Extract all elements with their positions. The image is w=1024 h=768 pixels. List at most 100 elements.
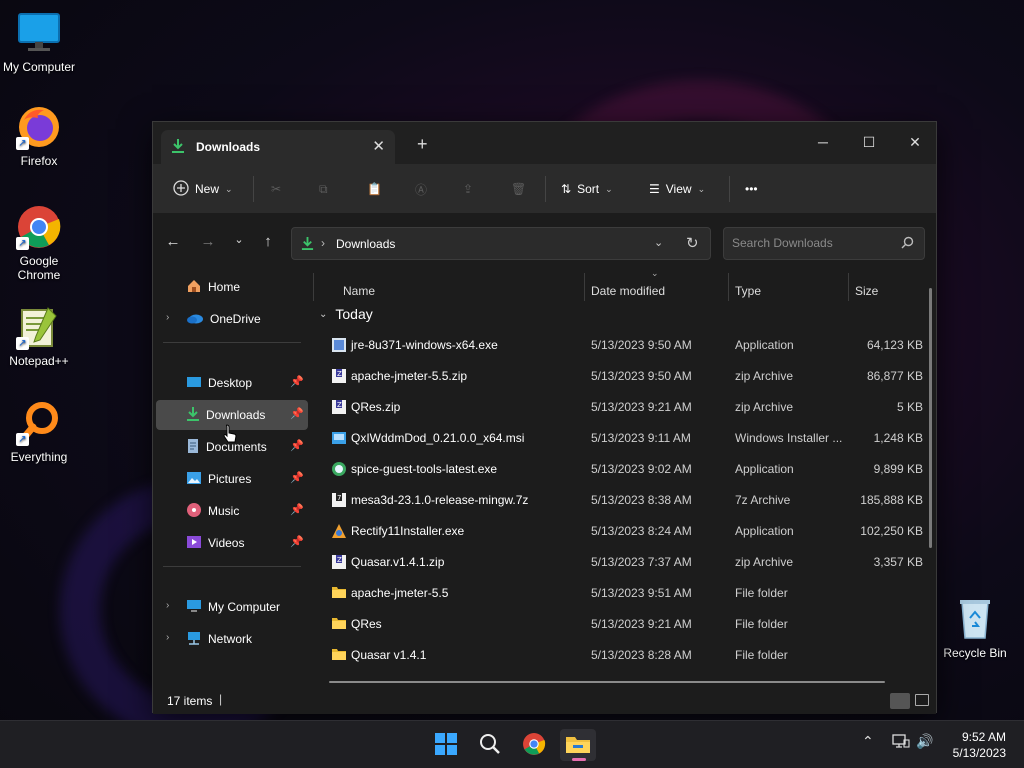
file-size: 9,899 KB [873,462,923,476]
chevron-right-icon[interactable]: › [166,312,169,323]
file-size: 102,250 KB [860,524,923,538]
column-header-size[interactable]: Size [855,278,878,304]
file-date: 5/13/2023 8:38 AM [591,493,692,507]
desktop-icon-label: My Computer [2,60,76,74]
column-header-date[interactable]: Date modified [591,278,665,304]
sort-button[interactable]: ⇅ Sort ⌄ [561,176,613,202]
refresh-icon[interactable]: ↻ [686,234,699,252]
up-button[interactable]: ↑ [256,233,280,253]
file-type: Application [735,462,794,476]
file-row[interactable]: Rectify11Installer.exe 5/13/2023 8:24 AM A… [323,516,923,547]
pin-icon[interactable]: 📌 [290,471,304,484]
file-row[interactable]: QxIWddmDod_0.21.0.0_x64.msi 5/13/2023 9:1… [323,423,923,454]
file-row[interactable]: QRes 5/13/2023 9:21 AM File folder [323,609,923,640]
new-tab-icon[interactable]: + [417,134,428,155]
file-explorer-window: Downloads ✕ + ─ ☐ ✕ New ⌄ ✂ ⧉ 📋 Ⓐ ⇪ 🗑 ⇅ … [152,121,937,714]
document-icon [186,438,200,457]
clock[interactable]: 9:52 AM 5/13/2023 [953,729,1006,761]
search-button[interactable] [472,729,508,761]
chevron-down-icon: ⌄ [319,308,328,320]
folder-icon [331,585,347,601]
network-status-icon[interactable] [892,733,910,752]
sidebar-item-music[interactable]: Music 📌 [156,496,308,526]
taskbar-file-explorer-button[interactable] [560,729,596,761]
back-button[interactable]: ← [161,233,185,253]
search-box[interactable] [723,227,925,260]
chevron-right-icon[interactable]: › [166,632,169,643]
sidebar-item-my-computer[interactable]: › My Computer [156,592,308,622]
view-button[interactable]: ☰ View ⌄ [649,176,705,202]
start-button[interactable] [428,729,464,761]
column-header-type[interactable]: Type [735,278,761,304]
svg-text:Z: Z [337,370,342,378]
file-row[interactable]: Zapache-jmeter-5.5.zip 5/13/2023 9:50 AM z… [323,361,923,392]
paste-button[interactable]: 📋 [367,176,382,202]
sidebar-item-network[interactable]: › Network [156,624,308,654]
maximize-button[interactable]: ☐ [846,128,892,156]
pin-icon[interactable]: 📌 [290,503,304,516]
delete-button[interactable]: 🗑 [511,176,526,202]
recent-locations-button[interactable]: ⌄ [227,233,251,253]
file-date: 5/13/2023 9:50 AM [591,369,692,383]
desktop-icon-google-chrome[interactable]: ↗ Google Chrome [0,204,78,282]
clipboard-icon: 📋 [367,182,382,196]
file-row[interactable]: Z Quasar.v1.4.1.zip 5/13/2023 7:37 AM zip A… [323,547,923,578]
chevron-down-icon[interactable]: ⌄ [654,236,663,249]
file-row[interactable]: Z QRes.zip 5/13/2023 9:21 AM zip Archive 5 K… [323,392,923,423]
sidebar-item-desktop[interactable]: Desktop 📌 [156,368,308,398]
share-button[interactable]: ⇪ [463,176,473,202]
divider [729,176,730,202]
desktop-icon-everything[interactable]: ↗ Everything [0,400,78,464]
chevron-down-icon: ⌄ [225,183,233,194]
column-header-name[interactable]: Name [343,278,375,304]
desktop-icon-my-computer[interactable]: My Computer [0,10,78,74]
cut-button[interactable]: ✂ [271,176,281,202]
file-type: 7z Archive [735,493,791,507]
volume-icon[interactable]: 🔊 [916,733,933,750]
horizontal-scrollbar[interactable] [329,681,885,683]
sidebar-item-home[interactable]: Home [156,272,308,302]
forward-button[interactable]: → [196,233,220,253]
pin-icon[interactable]: 📌 [290,407,304,420]
desktop-icon-recycle-bin[interactable]: Recycle Bin [936,596,1014,660]
sidebar-item-pictures[interactable]: Pictures 📌 [156,464,308,494]
chevron-right-icon[interactable]: › [166,600,169,611]
file-row[interactable]: spice-guest-tools-latest.exe 5/13/2023 9:… [323,454,923,485]
group-header-today[interactable]: ⌄ Today [319,306,373,322]
msi-icon [331,430,347,446]
sidebar-item-label: Downloads [206,408,266,422]
sidebar-item-videos[interactable]: Videos 📌 [156,528,308,558]
show-hidden-icons-button[interactable]: ⌃ [862,733,874,750]
file-row[interactable]: jre-8u371-windows-x64.exe 5/13/2023 9:50 … [323,330,923,361]
copy-button[interactable]: ⧉ [319,176,328,202]
title-bar[interactable]: Downloads ✕ + ─ ☐ ✕ [153,122,936,164]
desktop-icon-firefox[interactable]: ↗ Firefox [0,104,78,168]
desktop-icon-notepad-plus-plus[interactable]: ↗ Notepad++ [0,304,78,368]
file-size: 1,248 KB [873,431,923,445]
desktop-icon-label: Everything [10,450,68,464]
tab-downloads[interactable]: Downloads ✕ [161,130,395,164]
file-row[interactable]: Quasar v1.4.1 5/13/2023 8:28 AM File folde… [323,640,923,671]
see-more-button[interactable]: ••• [745,176,758,202]
pin-icon[interactable]: 📌 [290,439,304,452]
new-button[interactable]: New ⌄ [173,176,233,202]
file-size: 86,877 KB [866,369,923,383]
vertical-scrollbar[interactable] [929,288,932,548]
file-row[interactable]: 7 mesa3d-23.1.0-release-mingw.7z 5/13/2023… [323,485,923,516]
pin-icon[interactable]: 📌 [290,375,304,388]
file-row[interactable]: apache-jmeter-5.5 5/13/2023 9:51 AM File f… [323,578,923,609]
sidebar-item-onedrive[interactable]: › OneDrive [156,304,308,334]
address-bar[interactable]: › Downloads ⌄ ↻ [291,227,711,260]
details-view-icon[interactable] [890,693,910,709]
close-tab-icon[interactable]: ✕ [372,137,385,155]
tiles-view-icon[interactable] [915,694,929,706]
pin-icon[interactable]: 📌 [290,535,304,548]
close-window-button[interactable]: ✕ [892,128,938,156]
minimize-button[interactable]: ─ [800,128,846,156]
rename-button[interactable]: Ⓐ [415,176,427,202]
search-input[interactable] [732,236,892,250]
taskbar-chrome-button[interactable] [516,729,552,761]
file-name: jre-8u371-windows-x64.exe [351,338,498,352]
breadcrumb[interactable]: Downloads [336,237,395,251]
divider [728,273,729,301]
